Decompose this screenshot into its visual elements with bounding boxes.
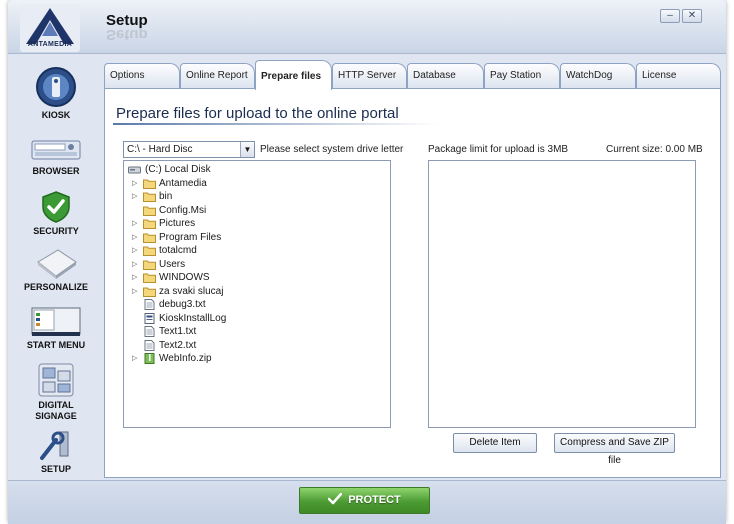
folder-icon [143,192,156,202]
tree-item-label: Antamedia [159,177,207,189]
folder-icon [143,206,156,216]
tree-item-label: bin [159,191,173,202]
title-bar: ANTAMEDIA Setup Setup – ✕ [8,0,726,54]
tree-item-label: KioskInstallLog [159,312,227,324]
protect-label: PROTECT [348,494,401,506]
window-title-reflection: Setup [106,26,148,43]
tab-options[interactable]: Options [104,63,180,89]
sidebar-item-browser[interactable]: BROWSER [12,138,100,177]
tab-prepare-files[interactable]: Prepare files [255,60,332,90]
folder-icon [143,287,156,297]
start-menu-icon [31,307,81,336]
tab-pay-station[interactable]: Pay Station [484,63,560,89]
sidebar-item-label: KIOSK [41,110,71,120]
expand-icon[interactable]: ▷ [132,217,140,230]
compress-save-zip-button[interactable]: Compress and Save ZIP file [554,433,675,466]
sidebar-item-label: SIGNAGE [35,411,77,421]
page-title: Prepare files for upload to the online p… [116,105,399,122]
checkmark-icon [327,492,343,505]
current-size-text: Current size: 0.00 MB [606,144,703,155]
delete-item-button[interactable]: Delete Item [453,433,537,453]
tree-item-label: Text1.txt [159,326,197,337]
tab-license[interactable]: License [636,63,721,89]
sidebar-item-digital-signage[interactable]: DIGITAL SIGNAGE [12,362,100,422]
tree-item-label: Program Files [159,231,222,243]
folder-icon [143,219,156,229]
folder-icon [143,233,156,243]
sidebar-item-security[interactable]: SECURITY [12,190,100,237]
tree-item-label: WINDOWS [159,272,210,283]
tree-item-label: WebInfo.zip [159,353,212,364]
tree-item-label: Config.Msi [159,204,207,216]
expand-icon[interactable]: ▷ [132,352,140,365]
folder-icon [143,246,156,256]
sidebar-item-label: BROWSER [32,166,80,176]
setup-icon [40,431,69,460]
minimize-button[interactable]: – [660,9,680,23]
personalize-icon [37,249,77,279]
sidebar-item-label: START MENU [26,340,86,350]
browser-icon [31,140,81,160]
text-file-icon [144,326,155,337]
expand-icon[interactable]: ▷ [132,258,140,271]
brand-name: ANTAMEDIA [27,41,73,48]
tab-http-server[interactable]: HTTP Server [332,63,407,89]
tree-item-label: totalcmd [159,245,197,256]
expand-icon[interactable]: ▷ [132,271,140,284]
expand-icon[interactable]: ▷ [132,231,140,244]
sidebar-item-setup[interactable]: SETUP [12,430,100,475]
drive-select-value: C:\ - Hard Disc [127,144,193,155]
security-shield-icon [42,191,70,223]
folder-icon [143,273,156,283]
expand-icon[interactable]: ▷ [132,177,140,190]
zip-file-icon [144,353,155,364]
expand-icon[interactable]: ▷ [132,244,140,257]
tab-watchdog[interactable]: WatchDog [560,63,636,89]
file-tree[interactable]: (C:) Local Disk ▷ Antamedia ▷ bin Config.Msi ▷… [123,160,391,428]
drive-select[interactable]: C:\ - Hard Disc ▼ [123,141,255,158]
sidebar-item-label: SECURITY [33,226,79,236]
tab-database[interactable]: Database [407,63,484,89]
heading-underline [113,123,439,125]
tree-item-label: za svaki slucaj [159,285,224,297]
package-list[interactable] [428,160,696,428]
sidebar-item-label: PERSONALIZE [23,282,88,292]
hard-drive-icon [128,166,141,174]
drive-hint: Please select system drive letter [260,144,404,155]
folder-icon [143,260,156,270]
folder-icon [143,179,156,189]
sidebar-item-start-menu[interactable]: START MENU [12,306,100,351]
expand-icon[interactable]: ▷ [132,285,140,298]
digital-signage-icon [38,363,74,397]
text-file-icon [144,339,155,351]
chevron-down-icon[interactable]: ▼ [240,142,254,157]
tree-item-label: Users [159,258,186,270]
sidebar: KIOSK BROWSER SECURITY PERSONALIZE START… [12,58,100,478]
text-file-icon [144,299,155,310]
tree-item-label: debug3.txt [159,299,206,310]
tree-item-label: Text2.txt [159,339,197,351]
sidebar-item-personalize[interactable]: PERSONALIZE [12,246,100,293]
protect-button[interactable]: PROTECT [299,487,430,514]
tree-item-label: Pictures [159,218,196,229]
kiosk-icon [36,67,76,107]
package-limit-text: Package limit for upload is 3MB [428,144,569,155]
sidebar-item-label: DIGITAL [38,400,74,410]
tab-online-report[interactable]: Online Report [180,63,255,89]
tree-item-label: (C:) Local Disk [145,164,211,175]
expand-icon[interactable]: ▷ [132,190,140,203]
log-file-icon [144,312,155,324]
sidebar-item-label: SETUP [40,464,71,474]
sidebar-item-kiosk[interactable]: KIOSK [12,66,100,121]
close-button[interactable]: ✕ [682,9,702,23]
